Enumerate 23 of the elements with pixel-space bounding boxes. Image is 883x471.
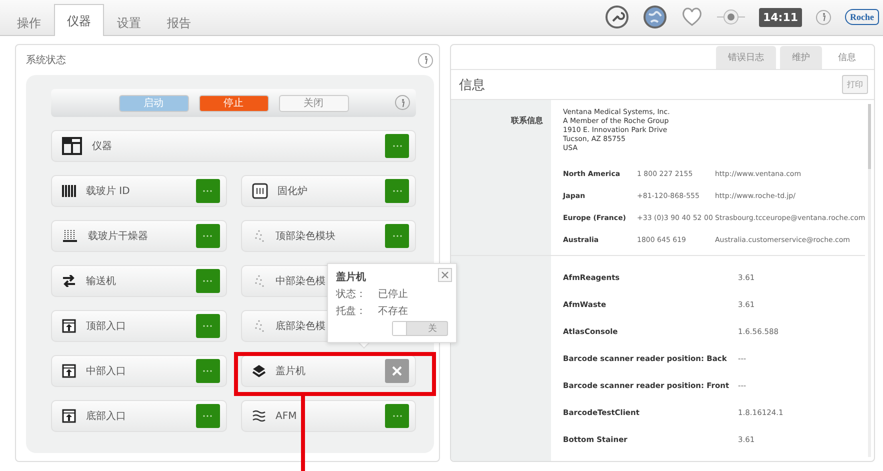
module-label: 中部入口 [86,364,126,378]
module-label: 底部入口 [86,410,126,423]
module-label: 盖片机 [276,364,306,378]
field-value: 不存在 [378,305,409,318]
module-label: 底部染色模 [276,320,326,333]
contact-label: 联系信息 [511,116,543,125]
clock-time: 14:11 [758,8,802,26]
field-label: 托盘： [336,304,367,318]
section-title: 信息 [459,76,485,94]
module-label: 中部染色模 [276,274,326,288]
module-label: 顶部入口 [86,320,126,333]
module-label: 固化炉 [278,184,308,198]
brand-logo: Roche [845,9,879,25]
panel-title: 系统状态 [26,54,66,67]
module-label: 输送机 [86,274,116,288]
popup-title: 盖片机 [336,270,366,284]
module-label: 载玻片 ID [86,184,130,198]
module-label: 顶部染色模块 [276,230,336,243]
field-value: 已停止 [378,288,409,301]
field-label: 状态： [336,288,367,301]
module-label: 仪器 [92,140,112,153]
module-label: AFM [276,410,297,422]
module-label: 载玻片干燥器 [88,230,148,243]
